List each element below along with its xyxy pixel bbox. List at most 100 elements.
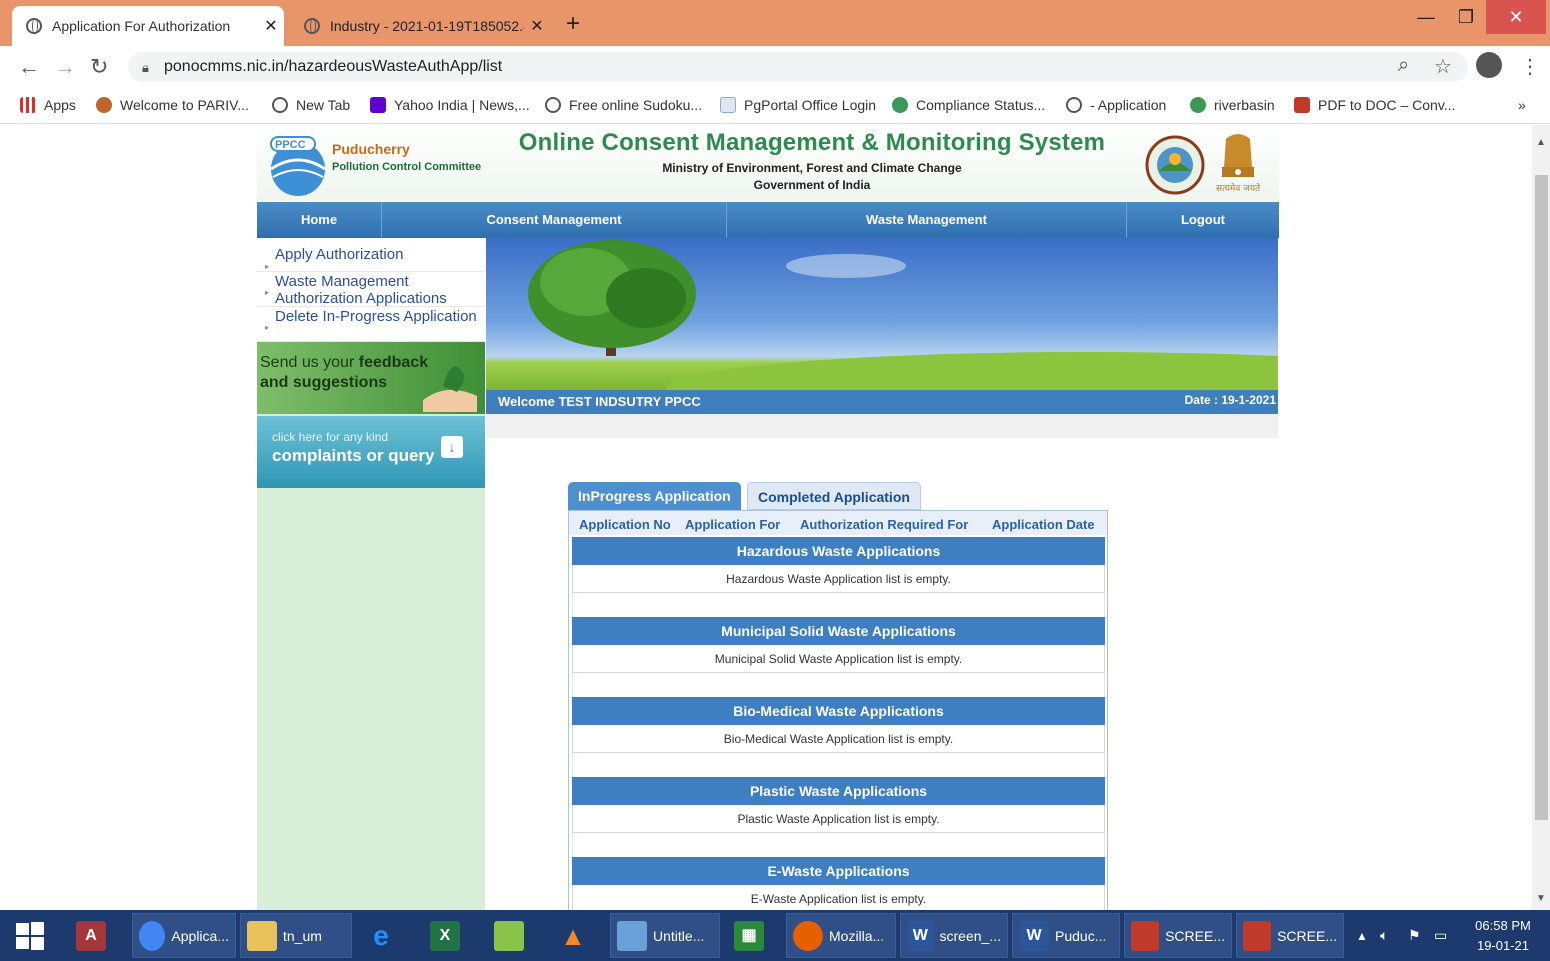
profile-icon[interactable] [1476, 52, 1502, 78]
ie-icon: e [373, 919, 389, 951]
star-icon[interactable]: ☆ [1434, 54, 1452, 79]
taskbar-label: SCREE... [1165, 927, 1225, 944]
apps-grid-icon [20, 97, 36, 113]
bookmark-pdf-to-doc[interactable]: PDF to DOC – Conv... [1294, 97, 1455, 113]
bookmark-application[interactable]: - Application [1066, 97, 1166, 113]
windows-taskbar: A Applica... tn_um e X ▲ Untitle... ▦ Mo… [0, 910, 1550, 961]
nav-logout[interactable]: Logout [1127, 202, 1279, 238]
welcome-text: Welcome TEST INDSUTRY PPCC [498, 394, 701, 409]
taskbar-word-screen[interactable]: Wscreen_... [900, 913, 1008, 958]
menu-delete-in-progress[interactable]: ▸ Delete In-Progress Application [257, 307, 485, 342]
menu-waste-management-applications[interactable]: ▸ Waste Management Authorization Applica… [257, 272, 485, 307]
col-application-date[interactable]: Application Date [992, 517, 1095, 532]
feedback-line-1: Send us your feedback [260, 354, 428, 372]
files-icon [494, 920, 524, 951]
pdf-icon [1243, 920, 1272, 951]
taskbar-vlc[interactable]: ▲ [558, 913, 594, 958]
more-bookmarks-label: » [1518, 97, 1526, 113]
menu-icon[interactable]: ⋮ [1520, 54, 1540, 79]
tab-application-for-authorization[interactable]: Application For Authorization ✕ [12, 6, 284, 46]
taskbar-excel[interactable]: X [430, 913, 466, 958]
section-title: Plastic Waste Applications [572, 777, 1105, 805]
minimize-button[interactable]: — [1404, 0, 1448, 34]
tray-expand-icon[interactable]: ▲ [1356, 913, 1368, 958]
col-application-no[interactable]: Application No [579, 517, 671, 532]
col-authorization-required-for[interactable]: Authorization Required For [800, 517, 968, 532]
yahoo-icon [370, 97, 386, 113]
menu-apply-authorization[interactable]: ▸ Apply Authorization [257, 238, 485, 272]
menu-label: Waste Management Authorization Applicati… [275, 273, 447, 307]
scroll-down-icon[interactable]: ▼ [1536, 893, 1546, 904]
col-application-for[interactable]: Application For [685, 517, 780, 532]
globe-icon [272, 97, 288, 113]
complaint-banner[interactable]: click here for any kind complaints or qu… [257, 416, 485, 488]
section-bio-medical-waste: Bio-Medical Waste Applications Bio-Medic… [572, 697, 1105, 777]
taskbar-chrome[interactable]: Applica... [132, 913, 236, 958]
network-icon[interactable]: ▭ [1434, 913, 1447, 958]
excel-icon: X [430, 920, 460, 951]
forward-icon[interactable]: → [54, 54, 76, 80]
tab-industry[interactable]: Industry - 2021-01-19T185052.8 ✕ [290, 6, 550, 46]
bookmark-riverbasin[interactable]: riverbasin [1190, 97, 1275, 113]
calculator-icon: ▦ [734, 920, 764, 951]
logo-text: PPCC [275, 139, 306, 151]
bookmark-new-tab[interactable]: New Tab [272, 97, 350, 113]
start-button[interactable] [14, 913, 46, 958]
bookmark-label: riverbasin [1214, 97, 1275, 113]
taskbar-calculator[interactable]: ▦ [734, 913, 770, 958]
more-bookmarks-icon[interactable]: » [1518, 97, 1526, 113]
ppcc-logo-icon: PPCC [270, 136, 326, 196]
system-clock[interactable]: 06:58 PM 19-01-21 [1468, 916, 1538, 956]
url-bar[interactable]: 🔒︎ ponocmms.nic.in/hazardeousWasteAuthAp… [128, 52, 1468, 82]
zoom-icon[interactable]: ⌕ [1398, 54, 1409, 77]
pdf-doc-icon [1294, 97, 1310, 113]
bookmark-pgportal[interactable]: PgPortal Office Login [720, 97, 876, 113]
window-close-button[interactable]: ✕ [1486, 0, 1546, 34]
browser-titlebar: Application For Authorization ✕ Industry… [0, 0, 1550, 46]
taskbar-paint[interactable]: Untitle... [610, 913, 720, 958]
bookmark-label: Free online Sudoku... [569, 97, 703, 113]
bookmark-compliance[interactable]: Compliance Status... [892, 97, 1045, 113]
close-tab-icon[interactable]: ✕ [524, 16, 550, 36]
bookmark-apps[interactable]: Apps [20, 97, 76, 113]
nav-consent-management[interactable]: Consent Management [382, 202, 727, 238]
maximize-button[interactable]: ❐ [1444, 0, 1488, 34]
lock-icon: 🔒︎ [142, 60, 149, 75]
word-icon: W [1019, 920, 1049, 951]
bookmark-yahoo[interactable]: Yahoo India | News,... [370, 97, 530, 113]
feedback-banner[interactable]: Send us your feedback and suggestions [257, 342, 485, 414]
bookmark-parivesh[interactable]: Welcome to PARIV... [96, 97, 249, 113]
taskbar-firefox[interactable]: Mozilla... [786, 913, 896, 958]
new-tab-button[interactable]: + [566, 10, 580, 38]
tab-completed-application[interactable]: Completed Application [747, 482, 921, 510]
flag-icon[interactable]: ⚑ [1408, 913, 1421, 958]
taskbar-folder[interactable]: tn_um [240, 913, 352, 958]
taskbar-word-puduc[interactable]: W Puduc... [1012, 913, 1120, 958]
close-tab-icon[interactable]: ✕ [258, 16, 284, 36]
taskbar-access[interactable]: A [76, 913, 112, 958]
back-icon[interactable]: ← [18, 54, 40, 80]
tab-inprogress-application[interactable]: InProgress Application [568, 482, 741, 510]
volume-icon[interactable]: 🔈︎ [1380, 913, 1388, 958]
nav-home[interactable]: Home [257, 202, 382, 238]
access-icon: A [76, 920, 106, 951]
empty-message: Bio-Medical Waste Application list is em… [572, 725, 1105, 753]
download-arrow-icon: ↓ [441, 436, 463, 458]
reload-icon[interactable]: ↻ [90, 54, 108, 80]
taskbar-pdf-1[interactable]: SCREE... [1124, 913, 1232, 958]
section-e-waste: E-Waste Applications E-Waste Application… [572, 857, 1105, 910]
page-scrollbar[interactable]: ▲ ▼ [1532, 125, 1550, 910]
scroll-up-icon[interactable]: ▲ [1536, 137, 1546, 148]
org-name: Puducherry [332, 141, 410, 157]
taskbar-pdf-2[interactable]: SCREE... [1236, 913, 1344, 958]
bookmark-sudoku[interactable]: Free online Sudoku... [545, 97, 702, 113]
taskbar-ie[interactable]: e [366, 913, 402, 958]
feedback-text: Send us your [260, 354, 359, 371]
firefox-icon [793, 920, 823, 951]
scroll-thumb[interactable] [1535, 175, 1548, 820]
national-emblem-icon: सत्यमेव जयते [1216, 134, 1261, 194]
nav-waste-management[interactable]: Waste Management [727, 202, 1127, 238]
taskbar-files[interactable] [494, 913, 530, 958]
section-gap [572, 593, 1105, 617]
taskbar-label: tn_um [283, 927, 322, 944]
